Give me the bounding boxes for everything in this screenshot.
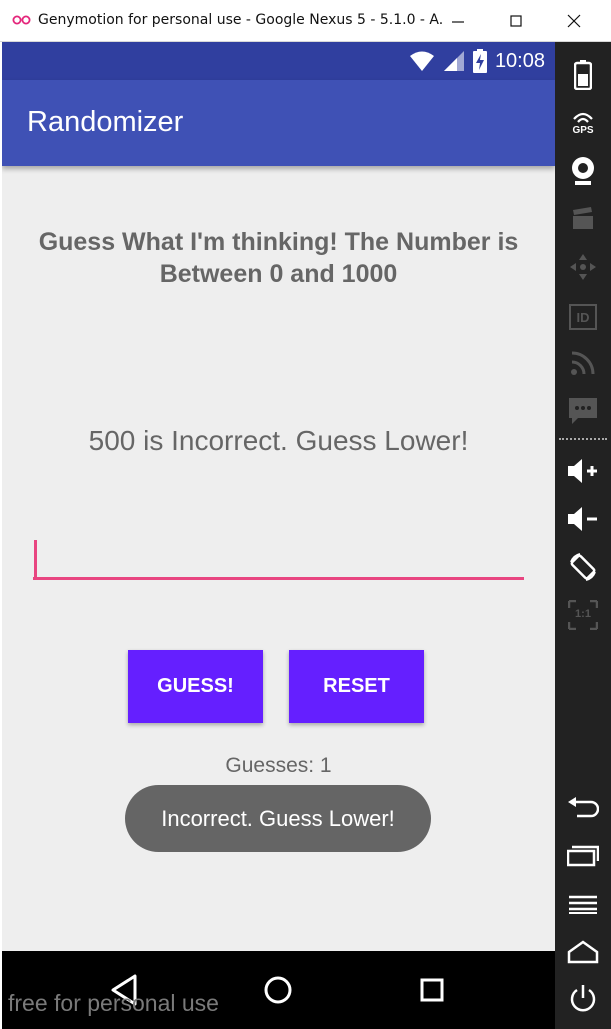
window-title-bar: Genymotion for personal use - Google Nex… xyxy=(0,0,611,42)
recent-apps-icon xyxy=(567,845,599,867)
wifi-icon xyxy=(409,51,434,71)
result-text: 500 is Incorrect. Guess Lower! xyxy=(88,425,469,456)
id-label: ID xyxy=(576,309,590,325)
dpad-icon xyxy=(570,254,596,280)
battery-charging-icon xyxy=(472,49,487,73)
device-id-button[interactable]: ID xyxy=(565,300,601,334)
nav-recents-button[interactable] xyxy=(409,967,455,1013)
network-button[interactable] xyxy=(565,346,601,380)
panel-divider xyxy=(559,438,607,440)
panel-recent-apps-button[interactable] xyxy=(565,839,601,873)
sms-button[interactable] xyxy=(565,394,601,428)
back-arrow-icon xyxy=(568,797,599,818)
maximize-icon xyxy=(510,15,522,27)
volume-down-icon xyxy=(568,507,597,531)
video-capture-icon xyxy=(573,207,593,229)
close-button[interactable] xyxy=(550,0,598,42)
nav-home-button[interactable] xyxy=(255,967,301,1013)
watermark-text: free for personal use xyxy=(8,990,219,1016)
text-cursor xyxy=(34,540,37,578)
id-icon: ID xyxy=(569,304,597,330)
reset-button[interactable]: RESET xyxy=(289,650,424,723)
app-title: Randomizer xyxy=(27,106,184,138)
battery-widget-button[interactable] xyxy=(565,58,601,92)
scale-button[interactable]: 1:1 xyxy=(565,598,601,632)
dpad-button[interactable] xyxy=(565,250,601,284)
battery-icon xyxy=(574,60,592,90)
guess-button[interactable]: GUESS! xyxy=(128,650,263,723)
rss-icon xyxy=(571,351,595,375)
home-icon xyxy=(567,940,599,964)
rotate-icon xyxy=(570,553,596,581)
gps-label: GPS xyxy=(572,124,594,136)
power-button[interactable] xyxy=(565,982,601,1016)
gps-icon xyxy=(573,112,593,123)
window-title: Genymotion for personal use - Google Nex… xyxy=(38,12,443,28)
gps-widget-button[interactable]: GPS xyxy=(565,106,601,140)
recents-icon xyxy=(420,978,444,1002)
device-screen: 10:08 Randomizer Guess What I'm thinking… xyxy=(2,42,555,1029)
status-bar: 10:08 xyxy=(2,42,555,80)
webcam-widget-button[interactable] xyxy=(565,154,601,188)
cell-signal-icon xyxy=(443,51,464,71)
volume-up-button[interactable] xyxy=(565,454,601,488)
panel-back-button[interactable] xyxy=(565,790,601,824)
scale-label: 1:1 xyxy=(575,608,591,620)
genymotion-logo-icon xyxy=(12,15,31,25)
genymotion-side-panel: GPS ID 1:1 xyxy=(555,42,611,1029)
panel-home-button[interactable] xyxy=(565,935,601,969)
app-bar: Randomizer xyxy=(2,80,555,166)
instruction-heading: Guess What I'm thinking! The Number is B… xyxy=(38,228,519,288)
minimize-icon xyxy=(452,21,464,23)
volume-down-button[interactable] xyxy=(565,502,601,536)
power-icon xyxy=(570,985,596,1012)
menu-icon xyxy=(569,895,597,914)
guess-count: Guesses: 1 xyxy=(225,754,332,777)
minimize-button[interactable] xyxy=(434,0,482,42)
webcam-icon xyxy=(572,157,594,185)
home-icon xyxy=(264,976,292,1004)
rotate-button[interactable] xyxy=(565,550,601,584)
volume-up-icon xyxy=(568,459,597,483)
sms-icon xyxy=(569,398,597,424)
toast-message: Incorrect. Guess Lower! xyxy=(125,785,431,852)
guess-input[interactable] xyxy=(33,538,524,580)
status-clock: 10:08 xyxy=(494,49,545,72)
close-icon xyxy=(567,14,581,28)
maximize-button[interactable] xyxy=(492,0,540,42)
panel-menu-button[interactable] xyxy=(565,887,601,921)
video-capture-button[interactable] xyxy=(565,202,601,236)
scale-icon: 1:1 xyxy=(568,600,598,630)
